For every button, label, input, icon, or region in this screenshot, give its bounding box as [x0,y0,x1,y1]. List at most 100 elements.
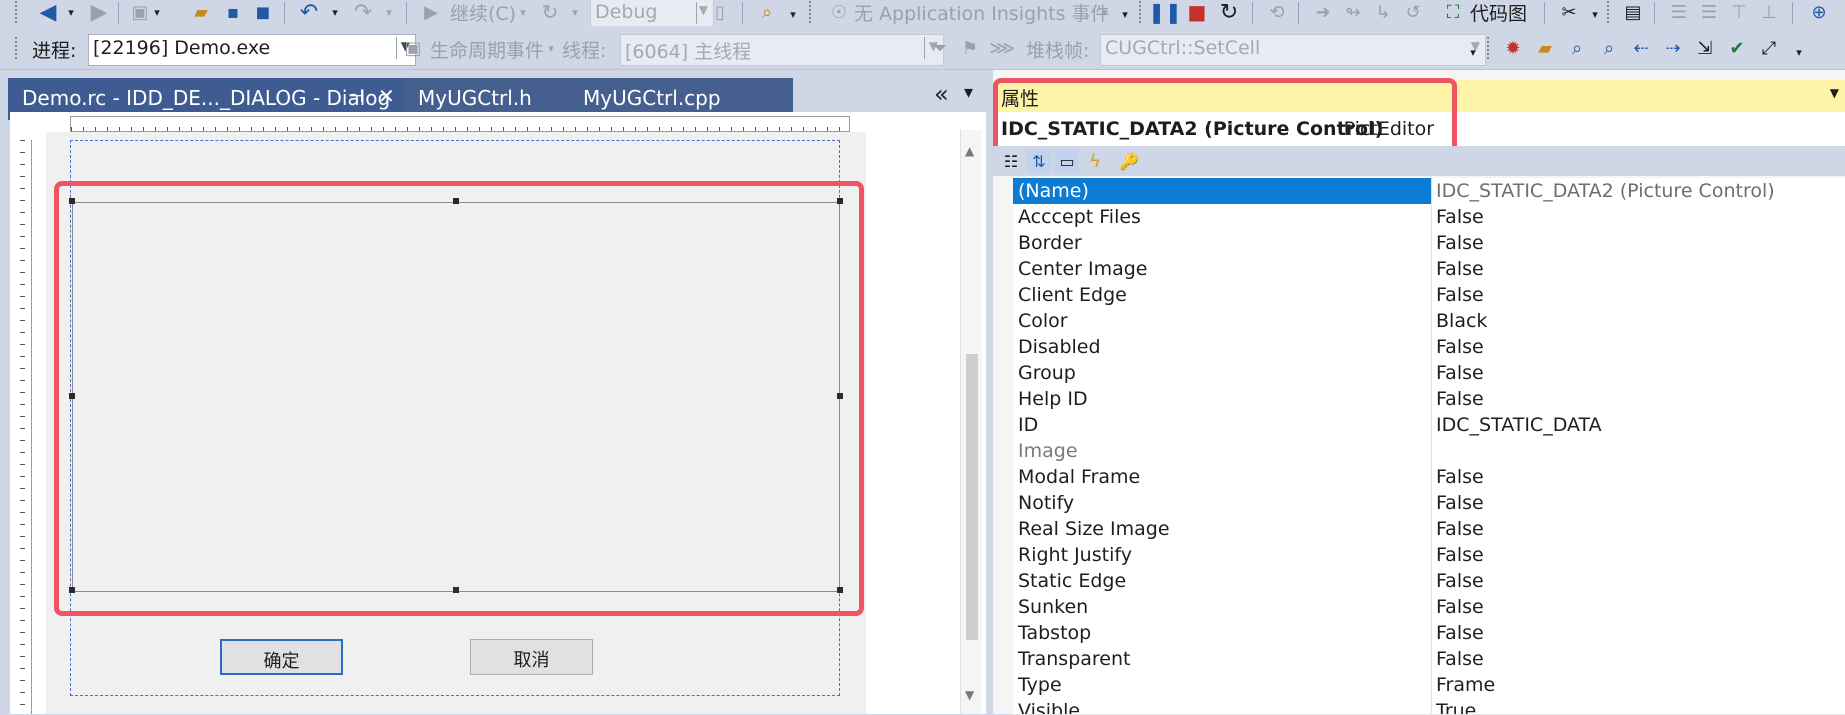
continue-icon[interactable]: ▶ [420,0,442,24]
toolbar-overflow-icon[interactable]: ▾ [1118,2,1132,26]
property-row[interactable]: Group False [1013,360,1845,387]
filter-icon[interactable]: ⏷ [928,36,952,60]
property-value[interactable]: IDC_STATIC_DATA2 (Picture Control) [1436,180,1775,202]
save-icon[interactable]: ▪ [220,0,246,24]
redo-icon[interactable]: ↷ [350,0,376,25]
property-row[interactable]: Sunken False [1013,594,1845,621]
spellcheck-icon[interactable]: ✔ [1724,36,1750,60]
property-value[interactable]: IDC_STATIC_DATA [1436,414,1602,436]
scroll-up-icon[interactable]: ▲ [965,144,974,158]
property-row[interactable]: Image [1013,438,1845,465]
property-value[interactable]: False [1436,544,1484,566]
undo-dropdown-icon[interactable]: ▾ [328,0,342,24]
property-row[interactable]: Static Edge False [1013,568,1845,595]
property-value[interactable]: Black [1436,310,1487,332]
continue-dropdown-icon[interactable]: ▾ [516,0,530,24]
toolbar-grip[interactable] [808,0,812,24]
align-top-icon[interactable]: ⊤ [1726,0,1752,24]
restart-dropdown-icon[interactable]: ▾ [568,0,582,24]
back-icon[interactable]: ◀ [34,0,62,25]
property-row[interactable]: Notify False [1013,490,1845,517]
property-row[interactable]: Right Justify False [1013,542,1845,569]
resource-icon[interactable]: ✹ [1500,36,1526,60]
continue-label[interactable]: 继续(C) [450,0,516,26]
property-row[interactable]: Modal Frame False [1013,464,1845,491]
cancel-button[interactable]: 取消 [470,639,593,675]
property-row[interactable]: Border False [1013,230,1845,257]
step-over-icon[interactable]: ↬ [1340,0,1366,24]
restart-icon[interactable]: ↻ [538,0,562,24]
property-value[interactable]: False [1436,596,1484,618]
align-right-icon[interactable]: ☰ [1696,0,1722,24]
step-out-icon[interactable]: ↳ [1370,0,1396,24]
dialog-icon[interactable]: ▰ [1532,36,1558,60]
property-value[interactable]: False [1436,362,1484,384]
undo-icon[interactable]: ↶ [296,0,322,25]
toolbar-overflow-icon[interactable]: ▾ [1466,40,1480,64]
test-dialog-icon[interactable]: ⌕ [1564,36,1590,60]
property-row[interactable]: Help ID False [1013,386,1845,413]
vertical-scrollbar[interactable]: ▲ ▼ [960,130,982,714]
toolbar-grip[interactable] [1606,0,1610,24]
insights-label[interactable]: 无 Application Insights 事件 [854,0,1110,26]
toolbar-overflow-icon[interactable]: ▾ [1588,2,1602,26]
flag-thread-icon[interactable]: ⚑ [958,36,982,60]
find-in-files-icon[interactable]: ⌕ [754,0,780,24]
property-row[interactable]: ID IDC_STATIC_DATA [1013,412,1845,439]
property-value[interactable]: False [1436,466,1484,488]
scrollbar-thumb[interactable] [966,354,978,640]
lifecycle-label[interactable]: 生命周期事件 [430,36,544,63]
device-icon[interactable]: ▯ [708,0,732,24]
guides-icon[interactable]: ⤢ [1756,36,1782,60]
pause-icon[interactable]: ❚❚ [1148,0,1182,24]
property-value[interactable]: False [1436,388,1484,410]
properties-icon[interactable]: ▭ [1055,149,1079,173]
scroll-down-icon[interactable]: ▼ [965,688,974,702]
stackframe-select[interactable]: CUGCtrl::SetCell ▼ [1100,34,1486,66]
property-row[interactable]: Transparent False [1013,646,1845,673]
tab-order-icon[interactable]: ⇲ [1692,36,1718,60]
alphabetical-icon[interactable]: ⇅ [1027,149,1051,173]
property-value[interactable]: Frame [1436,674,1495,696]
codemap-icon[interactable]: ⛶ [1440,0,1466,24]
property-row[interactable]: Type Frame [1013,672,1845,699]
ok-button[interactable]: 确定 [220,639,343,675]
property-value[interactable]: False [1436,648,1484,670]
show-next-statement-icon[interactable]: ⟲ [1264,0,1290,24]
insights-dropdown-icon[interactable]: ▾ [1098,0,1112,24]
property-value[interactable]: False [1436,206,1484,228]
restart-debug-icon[interactable]: ↻ [1216,0,1242,25]
move-left-icon[interactable]: ⇠ [1628,36,1654,60]
property-value[interactable]: False [1436,622,1484,644]
close-icon[interactable]: ✕ [378,84,395,108]
step-back-icon[interactable]: ↺ [1400,0,1426,24]
property-row[interactable]: Visible True [1013,698,1845,715]
zoom-icon[interactable]: ⌕ [1596,36,1622,60]
pin-icon[interactable]: ⊣ [348,86,364,107]
process-select[interactable]: [22196] Demo.exe ▼ [88,34,416,66]
align-left-icon[interactable]: ☰ [1666,0,1692,24]
property-value[interactable]: False [1436,492,1484,514]
tab-overflow-icon[interactable]: « [934,80,949,108]
property-value[interactable]: False [1436,232,1484,254]
property-value[interactable]: True [1436,700,1476,714]
stop-icon[interactable]: ■ [1184,0,1210,24]
chevron-down-icon[interactable]: ▼ [1830,86,1839,100]
toolbar-overflow-icon[interactable]: ▾ [786,2,800,26]
move-right-icon[interactable]: ⇢ [1660,36,1686,60]
property-value[interactable]: False [1436,258,1484,280]
toolbar-grip[interactable] [1486,36,1490,60]
window-icon[interactable]: ▤ [1620,0,1646,24]
toolbar-overflow-icon[interactable]: ▾ [1792,40,1806,64]
categorized-icon[interactable]: ☷ [999,149,1023,173]
property-value[interactable]: False [1436,336,1484,358]
collapse-threads-icon[interactable]: ⋙ [989,36,1015,60]
back-dropdown-icon[interactable]: ▾ [64,0,78,24]
step-into-icon[interactable]: ➜ [1310,0,1336,24]
property-row[interactable]: Disabled False [1013,334,1845,361]
thread-select[interactable]: [6064] 主线程 ▼ [620,34,944,66]
toolbar-grip[interactable] [1138,0,1142,24]
events-icon[interactable]: ϟ [1083,149,1107,173]
align-bottom-icon[interactable]: ⊥ [1756,0,1782,24]
save-all-icon[interactable]: ◼ [250,0,276,24]
